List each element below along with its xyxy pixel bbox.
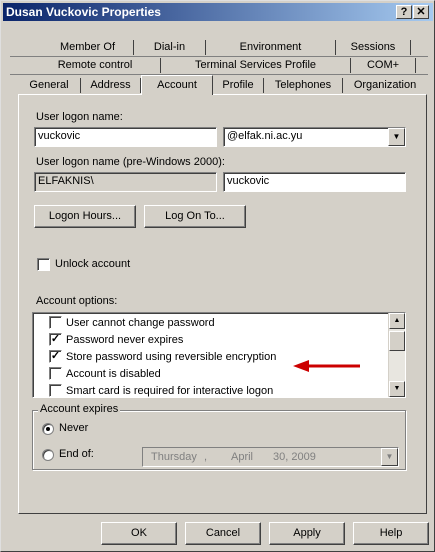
date-day-year: 30, 2009: [273, 451, 316, 463]
tab-com-plus[interactable]: COM+: [351, 58, 416, 73]
red-arrow-icon: [293, 360, 360, 372]
date-weekday: Thursday: [151, 451, 197, 463]
domain-suffix-value: @elfak.ni.ac.yu: [227, 130, 303, 142]
list-item[interactable]: User cannot change password: [33, 315, 388, 331]
option-label: Store password using reversible encrypti…: [66, 351, 277, 363]
option-checkbox[interactable]: [49, 384, 62, 397]
date-month: April: [231, 451, 254, 463]
tab-environment[interactable]: Environment: [206, 40, 336, 55]
cancel-button[interactable]: Cancel: [185, 522, 261, 545]
logon-name-input[interactable]: vuckovic: [34, 127, 217, 147]
unlock-account-label: Unlock account: [55, 258, 131, 270]
tab-row-3: General Address Profile Telephones Organ…: [1, 78, 435, 93]
tab-terminal-services-profile[interactable]: Terminal Services Profile: [161, 58, 351, 73]
scroll-up-icon[interactable]: ▲: [389, 313, 405, 329]
logon-name-label: User logon name:: [36, 111, 123, 123]
pre2000-user-input[interactable]: vuckovic: [223, 172, 406, 192]
help-button[interactable]: Help: [353, 522, 429, 545]
radio-selected-dot: [46, 427, 50, 431]
tab-dial-in[interactable]: Dial-in: [134, 40, 206, 55]
logon-hours-button[interactable]: Logon Hours...: [34, 205, 136, 228]
date-separator: ,: [204, 451, 208, 463]
help-title-button[interactable]: ?: [396, 5, 412, 19]
properties-dialog: Dusan Vuckovic Properties ? ✕ Member Of …: [0, 0, 435, 552]
tab-row-2: Remote control Terminal Services Profile…: [1, 58, 435, 73]
tab-telephones[interactable]: Telephones: [264, 78, 343, 93]
ok-button[interactable]: OK: [101, 522, 177, 545]
expiry-date-picker: Thursday , April 30, 2009 ▼: [142, 447, 399, 467]
log-on-to-button[interactable]: Log On To...: [144, 205, 246, 228]
option-checkbox[interactable]: [49, 367, 62, 380]
option-checkbox-checked[interactable]: ✓: [49, 350, 62, 363]
never-radio[interactable]: [42, 423, 54, 435]
account-options-list[interactable]: User cannot change password ✓ Password n…: [32, 312, 406, 398]
pre2000-label: User logon name (pre-Windows 2000):: [36, 156, 225, 168]
option-checkbox[interactable]: [49, 316, 62, 329]
unlock-account-checkbox[interactable]: [37, 258, 50, 271]
apply-button[interactable]: Apply: [269, 522, 345, 545]
option-label: User cannot change password: [66, 317, 215, 329]
chevron-down-icon[interactable]: ▼: [388, 128, 405, 146]
option-label: Account is disabled: [66, 368, 161, 380]
option-label: Password never expires: [66, 334, 184, 346]
list-item[interactable]: Smart card is required for interactive l…: [33, 383, 388, 397]
tab-sessions[interactable]: Sessions: [336, 40, 411, 55]
account-expires-label: Account expires: [38, 403, 121, 415]
scroll-down-icon[interactable]: ▼: [389, 381, 405, 397]
option-label: Smart card is required for interactive l…: [66, 385, 274, 397]
title-bar[interactable]: Dusan Vuckovic Properties ? ✕: [3, 3, 433, 21]
chevron-down-icon: ▼: [381, 448, 398, 466]
end-of-radio[interactable]: [42, 449, 54, 461]
options-scrollbar[interactable]: ▲ ▼: [388, 313, 405, 397]
tab-member-of[interactable]: Member Of: [42, 40, 134, 55]
account-options-label: Account options:: [36, 295, 118, 307]
pre2000-domain-field: ELFAKNIS\: [34, 172, 217, 192]
list-item[interactable]: ✓ Password never expires: [33, 332, 388, 348]
tab-row-1: Member Of Dial-in Environment Sessions: [1, 40, 435, 55]
window-title: Dusan Vuckovic Properties: [6, 5, 161, 19]
close-title-button[interactable]: ✕: [413, 5, 429, 19]
never-label: Never: [59, 422, 89, 434]
account-expires-group: Account expires Never End of: Thursday ,…: [32, 403, 406, 470]
tab-organization[interactable]: Organization: [343, 78, 427, 93]
tab-profile[interactable]: Profile: [213, 78, 264, 93]
end-of-label: End of:: [59, 448, 94, 460]
tab-general[interactable]: General: [18, 78, 81, 93]
option-checkbox-checked[interactable]: ✓: [49, 333, 62, 346]
tab-address[interactable]: Address: [81, 78, 141, 93]
tab-account[interactable]: Account: [141, 75, 213, 95]
tab-remote-control[interactable]: Remote control: [30, 58, 161, 73]
domain-suffix-select[interactable]: @elfak.ni.ac.yu ▼: [223, 127, 406, 147]
scroll-thumb[interactable]: [389, 331, 405, 351]
